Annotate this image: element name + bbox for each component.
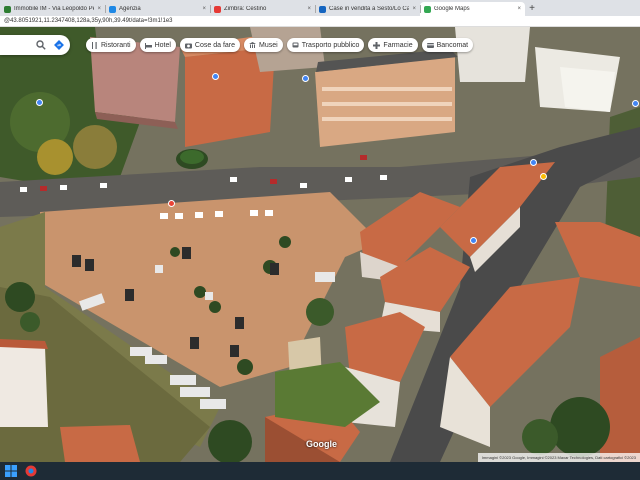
chip-label: Farmacie: [383, 41, 413, 49]
tab-title: Agenzia: [119, 6, 141, 12]
browser-tab-strip: Immobile IM - Via Leopoldo Per × Agenzia…: [0, 0, 640, 16]
close-tab-icon[interactable]: ×: [307, 6, 311, 12]
tab-title: Immobile IM - Via Leopoldo Per: [14, 6, 95, 12]
place-pin-blue[interactable]: [530, 159, 537, 166]
chip-label: Musei: [259, 41, 278, 49]
hotel-icon: [144, 42, 152, 49]
taskbar: [0, 462, 640, 480]
chip-pharmacies[interactable]: Farmacie: [368, 38, 418, 52]
bus-icon: [292, 42, 299, 49]
close-tab-icon[interactable]: ×: [202, 6, 206, 12]
chip-label: Ristoranti: [101, 41, 131, 49]
chip-label: Hotel: [154, 41, 171, 49]
satellite-map-view[interactable]: Ristoranti Hotel Cose da fare Musei Tras…: [0, 27, 640, 462]
place-pin-blue[interactable]: [212, 73, 219, 80]
close-tab-icon[interactable]: ×: [517, 6, 521, 12]
tab-agenzia[interactable]: Agenzia ×: [105, 2, 210, 16]
immobiliare-favicon-icon: [319, 5, 326, 13]
agenzia-favicon-icon: [109, 5, 116, 13]
chip-museums[interactable]: Musei: [244, 38, 283, 52]
tab-google-maps[interactable]: Google Maps ×: [420, 2, 525, 16]
chip-public-transport[interactable]: Trasporto pubblico: [286, 38, 365, 52]
place-pin-red[interactable]: [168, 200, 175, 207]
chip-restaurants[interactable]: Ristoranti: [86, 38, 136, 52]
chip-atm[interactable]: Bancomat: [421, 38, 474, 52]
tab-title: Google Maps: [434, 6, 470, 12]
tab-immobile[interactable]: Immobile IM - Via Leopoldo Per ×: [0, 2, 105, 16]
chip-hotel[interactable]: Hotel: [139, 38, 176, 52]
restaurant-icon: [91, 41, 98, 49]
address-bar[interactable]: @43.8051921,11.2347408,128a,35y,90h,39.4…: [0, 16, 640, 27]
search-box[interactable]: [0, 35, 70, 55]
new-tab-button[interactable]: +: [525, 2, 539, 16]
chip-things-to-do[interactable]: Cose da fare: [179, 38, 241, 52]
tab-zimbra[interactable]: Zimbra: Cestino ×: [210, 2, 315, 16]
tab-case-in-vendita[interactable]: Case in vendita a Sesto/Lo Casa ×: [315, 2, 420, 16]
tab-title: Zimbra: Cestino: [224, 6, 267, 12]
search-icon[interactable]: [36, 40, 46, 50]
place-pin-blue[interactable]: [470, 237, 477, 244]
place-pin-yellow[interactable]: [540, 173, 547, 180]
google-maps-favicon-icon: [424, 5, 431, 13]
museum-icon: [249, 41, 257, 49]
map-attribution: Immagini ©2023 Google, Immagini ©2023 Ma…: [477, 453, 640, 462]
place-pin-blue[interactable]: [36, 99, 43, 106]
zimbra-favicon-icon: [214, 5, 221, 13]
close-tab-icon[interactable]: ×: [97, 6, 101, 12]
browser-app-icon[interactable]: [24, 464, 38, 478]
google-logo: Google: [306, 439, 337, 449]
directions-icon[interactable]: [54, 40, 64, 50]
place-pin-blue[interactable]: [302, 75, 309, 82]
pharmacy-icon: [373, 41, 381, 49]
camera-icon: [184, 42, 192, 49]
chip-label: Cose da fare: [194, 41, 236, 49]
atm-icon: [426, 42, 434, 49]
windows-start-icon[interactable]: [4, 464, 18, 478]
category-chips: Ristoranti Hotel Cose da fare Musei Tras…: [86, 38, 474, 52]
immobile-favicon-icon: [4, 5, 11, 13]
close-tab-icon[interactable]: ×: [412, 6, 416, 12]
chip-label: Bancomat: [436, 41, 469, 49]
satellite-imagery: [0, 27, 640, 462]
place-pin-blue[interactable]: [632, 100, 639, 107]
tab-title: Case in vendita a Sesto/Lo Casa: [329, 6, 410, 12]
screen: Immobile IM - Via Leopoldo Per × Agenzia…: [0, 0, 640, 480]
chip-label: Trasporto pubblico: [301, 41, 360, 49]
